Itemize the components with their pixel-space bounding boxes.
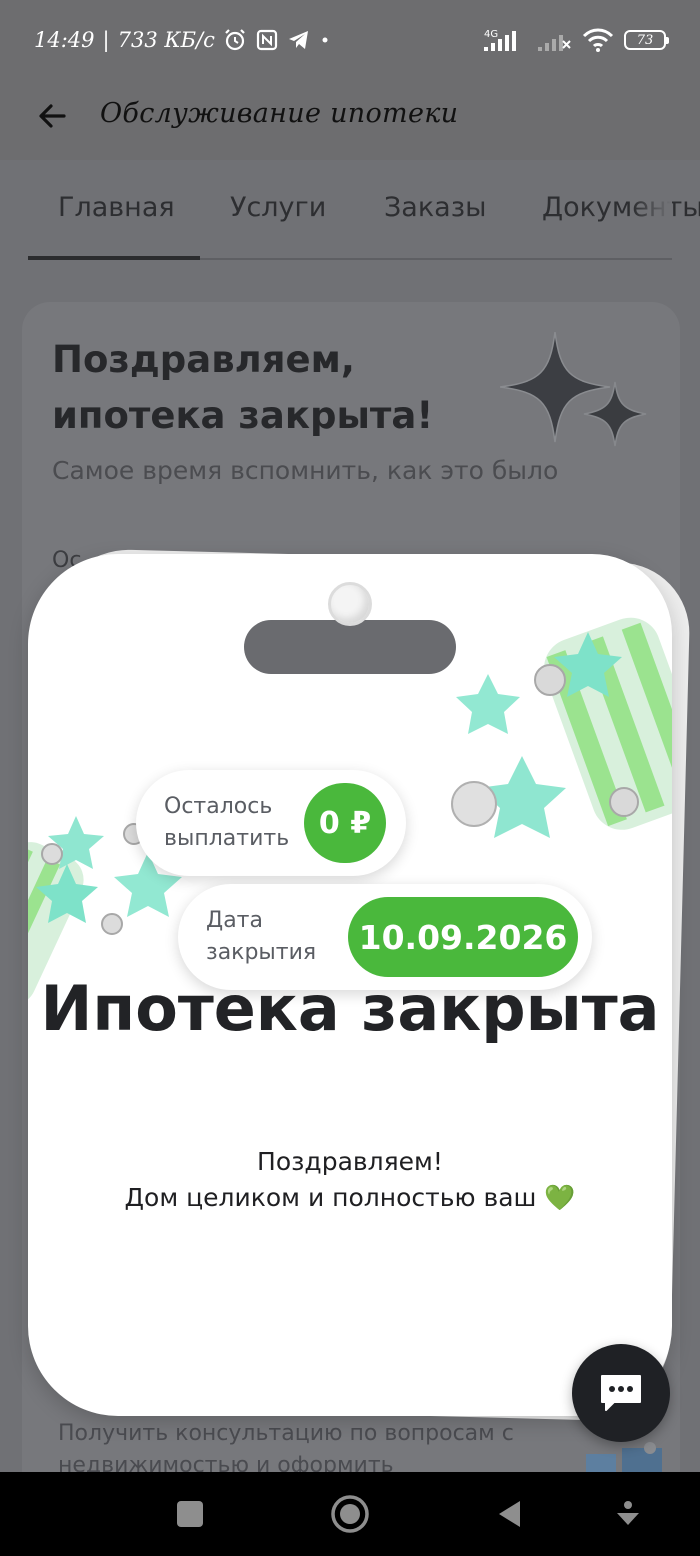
modal-message: Поздравляем! Дом целиком и полностью ваш…: [28, 1144, 672, 1216]
app-bar: Обслуживание ипотеки: [0, 80, 700, 160]
circle-home-icon: [331, 1495, 369, 1533]
square-icon: [177, 1501, 203, 1527]
tag-ring: [328, 582, 372, 626]
modal-heading: Ипотека закрыта: [40, 972, 660, 1045]
signal-empty-icon: [536, 27, 572, 53]
close-date-value: 10.09.2026: [348, 897, 578, 977]
tab-documents[interactable]: Документы: [542, 192, 700, 223]
tab-bar: Главная Услуги Заказы Документы: [28, 160, 700, 260]
house-illustration-icon: [586, 1442, 662, 1472]
remaining-pill: Осталось выплатить 0 ₽: [136, 770, 406, 876]
remaining-label: Осталось выплатить: [164, 794, 290, 851]
tag-card[interactable]: Осталось выплатить 0 ₽ Дата закрытия 10.…: [28, 554, 672, 1416]
tab-orders[interactable]: Заказы: [384, 192, 486, 223]
dot-icon: [319, 34, 331, 46]
congrats-subtitle: Самое время вспомнить, как это было: [52, 456, 559, 485]
back-nav-button[interactable]: [490, 1494, 530, 1534]
down-arrow-icon: [617, 1501, 639, 1525]
party-popper-icon: [451, 617, 672, 838]
tab-active-indicator: [28, 256, 200, 260]
chat-bubble-icon: [601, 1375, 641, 1411]
remaining-value: 0 ₽: [304, 783, 386, 863]
status-time: 14:49: [34, 28, 95, 52]
status-speed: 733 КБ/с: [117, 28, 215, 52]
mortgage-closed-modal: Осталось выплатить 0 ₽ Дата закрытия 10.…: [28, 546, 700, 1426]
nfc-icon: [255, 28, 279, 52]
tab-main[interactable]: Главная: [58, 192, 175, 223]
chat-button[interactable]: [572, 1344, 670, 1442]
home-button[interactable]: [330, 1494, 370, 1534]
sparkle-icon: [500, 332, 647, 447]
status-bar: 14:49 | 733 КБ/с 4G 73: [0, 0, 700, 80]
status-right: 4G 73: [482, 24, 669, 56]
consult-text: Получить консультацию по вопросам с недв…: [58, 1421, 514, 1472]
wifi-icon: [582, 27, 614, 53]
telegram-icon: [287, 28, 311, 52]
recent-apps-button[interactable]: [170, 1494, 210, 1534]
accessibility-button[interactable]: [608, 1494, 648, 1534]
system-nav-bar: [0, 1472, 700, 1556]
triangle-back-icon: [499, 1501, 520, 1527]
signal-4g-icon: 4G: [482, 27, 526, 53]
tab-services[interactable]: Услуги: [230, 192, 326, 223]
alarm-icon: [223, 28, 247, 52]
modal-message-line2: Дом целиком и полностью ваш 💚: [124, 1183, 576, 1212]
svg-text:4G: 4G: [484, 29, 498, 40]
battery-indicator: 73: [624, 30, 669, 50]
page-title: Обслуживание ипотеки: [100, 98, 459, 129]
congrats-title: Поздравляем, ипотека закрыта!: [52, 338, 434, 437]
close-date-label: Дата закрытия: [206, 908, 317, 965]
tag-hole: [244, 620, 456, 674]
back-button[interactable]: [30, 94, 74, 138]
status-left: 14:49 | 733 КБ/с: [34, 24, 331, 56]
modal-message-line1: Поздравляем!: [257, 1147, 443, 1176]
arrow-left-icon: [39, 104, 66, 128]
